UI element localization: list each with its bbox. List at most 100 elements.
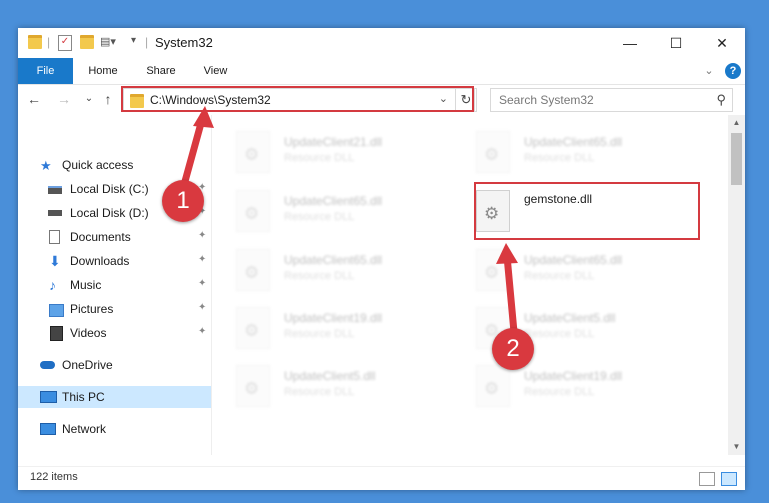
address-highlight-box bbox=[121, 86, 474, 112]
gear-icon: ⚙ bbox=[244, 204, 260, 223]
separator: | bbox=[47, 35, 51, 49]
file-item[interactable]: ⚙ UpdateClient5.dll Resource DLL bbox=[456, 303, 686, 353]
expand-ribbon-icon[interactable]: ⌄ bbox=[701, 58, 717, 84]
tab-share[interactable]: Share bbox=[136, 58, 186, 84]
drive-icon bbox=[48, 186, 62, 194]
tab-home[interactable]: Home bbox=[78, 58, 128, 84]
gear-icon: ⚙ bbox=[244, 321, 260, 340]
nav-network[interactable]: Network bbox=[18, 418, 211, 440]
dll-file-icon: ⚙ bbox=[476, 249, 510, 291]
nav-label: Downloads bbox=[70, 254, 130, 268]
file-name: UpdateClient65.dll bbox=[524, 135, 623, 149]
maximize-button[interactable]: ☐ bbox=[653, 28, 699, 58]
item-count: 122 items bbox=[30, 471, 78, 483]
file-item[interactable]: ⚙ UpdateClient21.dll Resource DLL bbox=[216, 127, 446, 177]
file-item[interactable]: ⚙ UpdateClient19.dll Resource DLL bbox=[456, 361, 686, 411]
nav-label: Network bbox=[62, 422, 107, 436]
nav-label: Videos bbox=[70, 326, 107, 340]
vertical-scrollbar[interactable]: ▲ ▼ bbox=[728, 115, 745, 455]
file-name: UpdateClient5.dll bbox=[524, 311, 616, 325]
nav-onedrive[interactable]: OneDrive bbox=[18, 354, 211, 376]
scroll-thumb[interactable] bbox=[731, 133, 742, 185]
title-bar: | ✓ ▤▾ ▾ | System32 — ☐ ✕ bbox=[18, 28, 745, 58]
close-button[interactable]: ✕ bbox=[699, 28, 745, 58]
gear-icon: ⚙ bbox=[484, 263, 500, 282]
nav-this-pc[interactable]: This PC bbox=[18, 386, 211, 408]
details-view-icon[interactable] bbox=[699, 472, 715, 486]
file-explorer-window: | ✓ ▤▾ ▾ | System32 — ☐ ✕ File Home Shar… bbox=[18, 28, 745, 490]
address-row: ← → ⌄ ↑ C:\Windows\System32 ⌄ ↻ Search S… bbox=[18, 85, 745, 115]
recent-locations-button[interactable]: ⌄ bbox=[81, 91, 97, 107]
pin-icon[interactable]: ✦ bbox=[198, 278, 206, 289]
file-type: Resource DLL bbox=[284, 211, 355, 223]
properties-icon[interactable]: ✓ bbox=[58, 35, 72, 51]
scroll-up-icon[interactable]: ▲ bbox=[728, 115, 745, 131]
gear-icon: ⚙ bbox=[484, 379, 500, 398]
nav-label: Quick access bbox=[62, 158, 134, 172]
dll-file-icon: ⚙ bbox=[236, 190, 270, 232]
file-name: UpdateClient19.dll bbox=[284, 311, 383, 325]
nav-documents[interactable]: Documents ✦ bbox=[18, 226, 211, 248]
dll-file-icon: ⚙ bbox=[236, 249, 270, 291]
up-button[interactable]: ↑ bbox=[100, 91, 116, 107]
dll-file-icon: ⚙ bbox=[236, 307, 270, 349]
scroll-down-icon[interactable]: ▼ bbox=[728, 439, 745, 455]
gear-icon: ⚙ bbox=[244, 263, 260, 282]
quick-access-dropdown-icon[interactable]: ▾ bbox=[131, 35, 136, 51]
file-item[interactable]: ⚙ UpdateClient65.dll Resource DLL bbox=[456, 245, 686, 295]
file-item[interactable]: ⚙ UpdateClient65.dll Resource DLL bbox=[216, 186, 446, 236]
dll-file-icon: ⚙ bbox=[236, 365, 270, 407]
step-marker-1: 1 bbox=[162, 180, 204, 222]
ribbon-tabs: File Home Share View ⌄ ? bbox=[18, 58, 745, 85]
folder-icon bbox=[28, 35, 42, 49]
nav-music[interactable]: ♪ Music ✦ bbox=[18, 274, 211, 296]
file-name: UpdateClient21.dll bbox=[284, 135, 383, 149]
search-placeholder: Search System32 bbox=[499, 93, 594, 107]
pictures-icon bbox=[49, 304, 64, 317]
file-item[interactable]: ⚙ UpdateClient5.dll Resource DLL bbox=[216, 361, 446, 411]
file-type: Resource DLL bbox=[284, 152, 355, 164]
search-input[interactable]: Search System32 ⚲ bbox=[490, 88, 733, 112]
tab-view[interactable]: View bbox=[193, 58, 238, 84]
navigation-pane: ★ Quick access Local Disk (C:) ✦ Local D… bbox=[18, 115, 212, 455]
file-item[interactable]: ⚙ UpdateClient65.dll Resource DLL bbox=[216, 245, 446, 295]
nav-label: Pictures bbox=[70, 302, 114, 316]
file-item[interactable]: ⚙ UpdateClient19.dll Resource DLL bbox=[216, 303, 446, 353]
file-list: ⚙ UpdateClient21.dll Resource DLL ⚙ Upda… bbox=[216, 115, 726, 455]
nav-videos[interactable]: Videos ✦ bbox=[18, 322, 211, 344]
file-name: UpdateClient19.dll bbox=[524, 369, 623, 383]
help-icon[interactable]: ? bbox=[725, 63, 741, 79]
file-name: UpdateClient65.dll bbox=[284, 253, 383, 267]
file-name: UpdateClient65.dll bbox=[284, 194, 383, 208]
pin-icon[interactable]: ✦ bbox=[198, 230, 206, 241]
nav-label: Local Disk (D:) bbox=[70, 206, 149, 220]
new-folder-icon[interactable] bbox=[80, 35, 94, 49]
large-icons-view-icon[interactable] bbox=[721, 472, 737, 486]
documents-icon bbox=[49, 230, 60, 244]
nav-label: OneDrive bbox=[62, 358, 113, 372]
search-icon: ⚲ bbox=[716, 92, 726, 107]
network-icon bbox=[40, 423, 56, 435]
file-item[interactable]: ⚙ UpdateClient65.dll Resource DLL bbox=[456, 127, 686, 177]
pin-icon[interactable]: ✦ bbox=[198, 302, 206, 313]
gear-icon: ⚙ bbox=[484, 145, 500, 164]
minimize-button[interactable]: — bbox=[607, 28, 653, 58]
nav-label: Music bbox=[70, 278, 102, 292]
file-name: UpdateClient5.dll bbox=[284, 369, 376, 383]
nav-label: Local Disk (C:) bbox=[70, 182, 149, 196]
nav-label: Documents bbox=[70, 230, 131, 244]
nav-quick-access[interactable]: ★ Quick access bbox=[18, 154, 211, 176]
file-type: Resource DLL bbox=[284, 386, 355, 398]
forward-button[interactable]: → bbox=[56, 91, 72, 107]
pin-icon[interactable]: ✦ bbox=[198, 326, 206, 337]
pin-icon[interactable]: ✦ bbox=[198, 254, 206, 265]
nav-downloads[interactable]: ⬇ Downloads ✦ bbox=[18, 250, 211, 272]
back-button[interactable]: ← bbox=[26, 91, 42, 107]
nav-label: This PC bbox=[62, 390, 105, 404]
file-type: Resource DLL bbox=[284, 328, 355, 340]
tab-file[interactable]: File bbox=[18, 58, 73, 84]
drive-icon bbox=[48, 210, 62, 216]
videos-icon bbox=[50, 326, 63, 341]
customize-quick-access-icon[interactable]: ▤▾ bbox=[100, 35, 116, 51]
nav-pictures[interactable]: Pictures ✦ bbox=[18, 298, 211, 320]
